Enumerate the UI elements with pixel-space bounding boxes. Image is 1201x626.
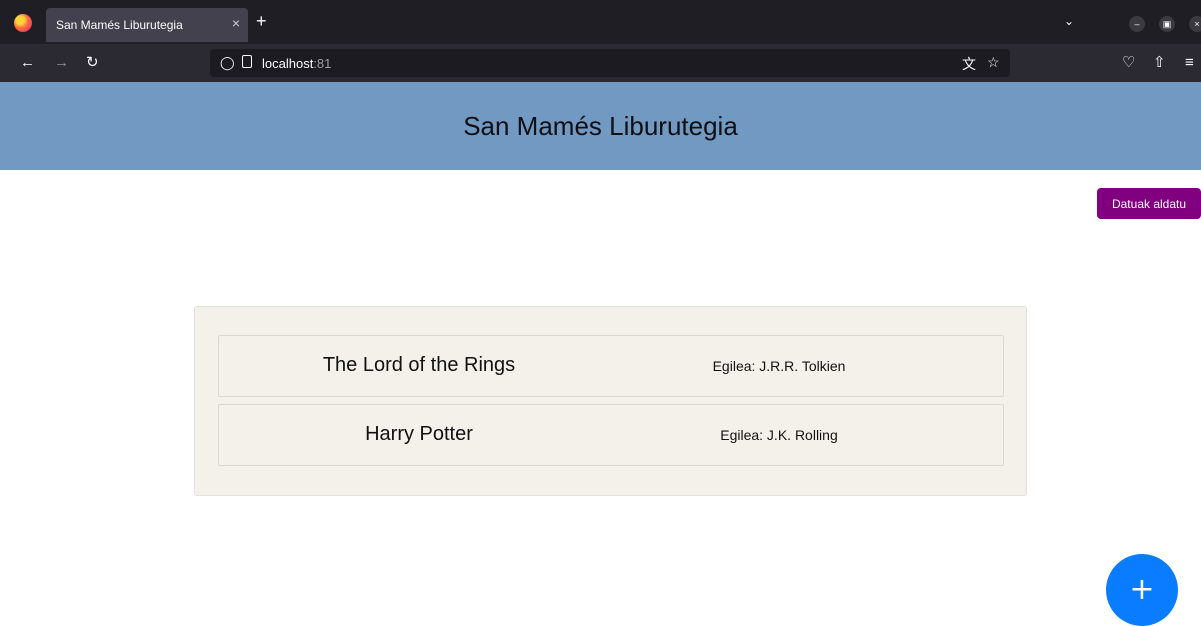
minimize-icon[interactable]: – [1129,16,1145,32]
bookmark-star-icon[interactable]: ☆ [987,54,1000,71]
book-card[interactable]: Harry Potter Egilea: J.K. Rolling [218,404,1004,466]
browser-tab[interactable]: San Mamés Liburutegia × [46,8,248,42]
forward-arrow-icon[interactable]: → [54,54,69,72]
book-card[interactable]: The Lord of the Rings Egilea: J.R.R. Tol… [218,335,1004,397]
edit-data-button[interactable]: Datuak aldatu [1097,188,1201,219]
url-host: localhost [262,56,314,71]
pocket-icon[interactable]: ♡ [1122,54,1135,72]
url-text[interactable]: localhost:81 [262,56,331,71]
page-title: San Mamés Liburutegia [463,110,738,141]
book-author: Egilea: J.R.R. Tolkien [712,358,846,374]
browser-navbar: ← → ↻ ◯ localhost:81 文 ☆ ♡ ⇧ ≡ [0,44,1201,82]
browser-titlebar: San Mamés Liburutegia × + ⌄ – ▣ × [0,0,1201,44]
page-icon[interactable] [242,55,252,68]
shield-icon[interactable]: ◯ [220,55,235,71]
url-port: :81 [313,56,332,71]
book-title: The Lord of the Rings [322,354,516,376]
tab-title: San Mamés Liburutegia [56,18,183,32]
close-tab-icon[interactable]: × [232,15,240,31]
restore-icon[interactable]: ▣ [1159,16,1175,32]
page-header: San Mamés Liburutegia [0,82,1201,170]
close-window-icon[interactable]: × [1189,16,1201,32]
book-author: Egilea: J.K. Rolling [720,427,838,443]
extensions-icon[interactable]: ⇧ [1153,54,1166,72]
chevron-down-icon[interactable]: ⌄ [1064,14,1074,28]
book-list-panel: The Lord of the Rings Egilea: J.R.R. Tol… [194,306,1027,496]
address-bar[interactable]: ◯ localhost:81 文 ☆ [210,49,1010,77]
new-tab-button[interactable]: + [256,12,267,30]
firefox-logo-icon [14,14,32,32]
translate-icon[interactable]: 文 [962,54,976,74]
back-arrow-icon[interactable]: ← [20,54,35,72]
add-book-button[interactable]: + [1106,554,1178,626]
reload-icon[interactable]: ↻ [86,54,99,72]
book-title: Harry Potter [365,423,473,445]
menu-icon[interactable]: ≡ [1185,54,1194,72]
